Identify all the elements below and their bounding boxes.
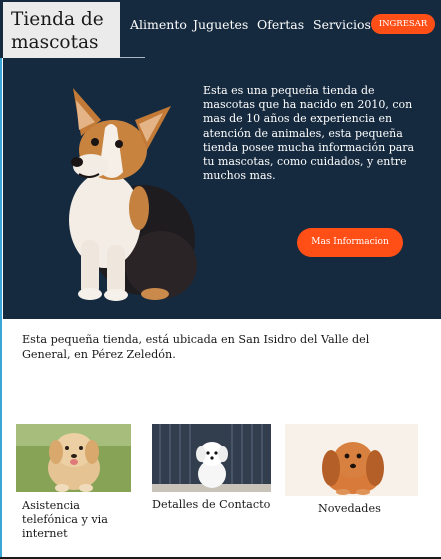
logo[interactable]: Tienda de mascotas — [3, 2, 120, 58]
nav-link-ofertas[interactable]: Ofertas — [257, 17, 304, 32]
card-label-news[interactable]: Novedades — [318, 502, 418, 516]
nav-link-alimento[interactable]: Alimento — [130, 17, 187, 32]
hero-section: Esta es una pequeña tienda de mascotas q… — [3, 58, 441, 319]
site-header: Tienda de mascotas Alimento Juguetes Ofe… — [0, 0, 441, 58]
dachshund-puppy-image[interactable] — [285, 424, 418, 496]
more-info-button[interactable]: Mas Informacion — [297, 228, 403, 257]
location-text: Esta pequeña tienda, está ubicada en San… — [22, 333, 370, 361]
nav-link-juguetes[interactable]: Juguetes — [193, 17, 248, 32]
login-button[interactable]: INGRESAR — [371, 14, 435, 34]
card-label-contact[interactable]: Detalles de Contacto — [152, 498, 282, 512]
white-puppy-image[interactable] — [152, 424, 271, 492]
hero-description: Esta es una pequeña tienda de mascotas q… — [203, 84, 415, 183]
nav-link-servicios[interactable]: Servicios — [313, 17, 371, 32]
window-frame-left — [0, 0, 2, 559]
logo-text: Tienda de mascotas — [11, 9, 104, 53]
card-label-support[interactable]: Asistencia telefónica y via internet — [22, 499, 132, 542]
corgi-dog-image — [69, 88, 197, 301]
golden-puppy-image[interactable] — [16, 424, 131, 492]
